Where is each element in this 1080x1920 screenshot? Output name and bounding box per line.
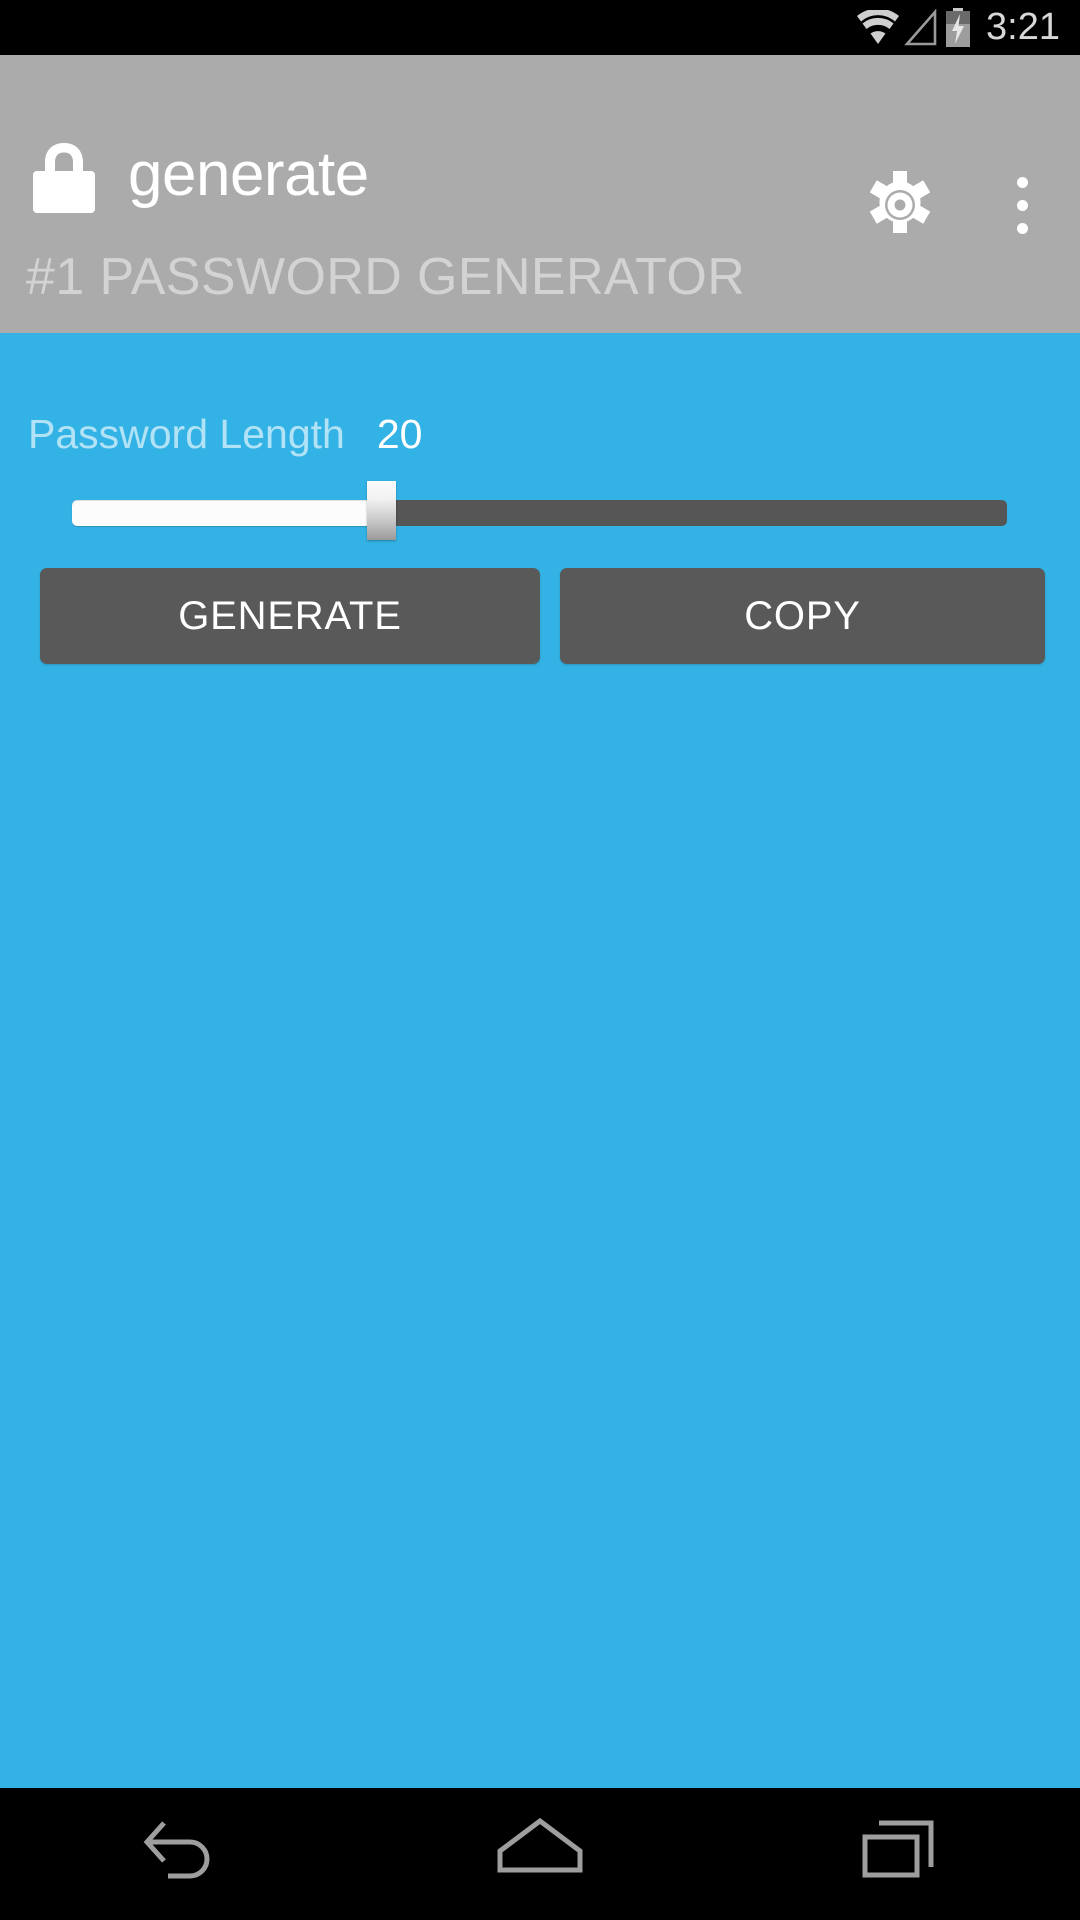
recents-icon	[855, 1815, 945, 1894]
cell-signal-icon	[904, 8, 940, 47]
password-length-label: Password Length	[28, 411, 345, 457]
wifi-icon	[856, 9, 900, 46]
app-bar: generate #1 PASSWORD GENERATOR	[0, 55, 1080, 333]
status-bar-clock: 3:21	[986, 6, 1060, 48]
app-screen: 3:21 generate #1 PASSWORD GENERATOR Pass	[0, 0, 1080, 1920]
page-title: generate	[128, 140, 369, 209]
overflow-dot	[1016, 222, 1028, 234]
navigation-bar	[0, 1788, 1080, 1920]
page-subtitle: #1 PASSWORD GENERATOR	[26, 248, 746, 306]
slider-thumb[interactable]	[367, 481, 396, 540]
password-length-slider[interactable]	[72, 481, 1007, 540]
overflow-menu-icon[interactable]	[1000, 167, 1044, 243]
slider-fill	[72, 500, 381, 526]
status-bar: 3:21	[0, 0, 1080, 55]
generate-button[interactable]: GENERATE	[40, 568, 540, 664]
overflow-dot	[1016, 176, 1028, 188]
back-nav-button[interactable]	[80, 1788, 280, 1920]
overflow-dot	[1016, 199, 1028, 211]
home-icon	[492, 1815, 588, 1894]
main-content: Password Length 20 GENERATE COPY	[0, 333, 1080, 1788]
lock-icon	[28, 139, 100, 220]
home-nav-button[interactable]	[440, 1788, 640, 1920]
password-length-row: Password Length 20	[28, 408, 422, 460]
battery-charging-icon	[944, 7, 972, 48]
password-length-value: 20	[376, 411, 423, 457]
action-button-row: GENERATE COPY	[0, 568, 1080, 664]
recents-nav-button[interactable]	[800, 1788, 1000, 1920]
copy-button[interactable]: COPY	[560, 568, 1045, 664]
back-arrow-icon	[134, 1815, 226, 1894]
gear-icon[interactable]	[862, 167, 938, 243]
